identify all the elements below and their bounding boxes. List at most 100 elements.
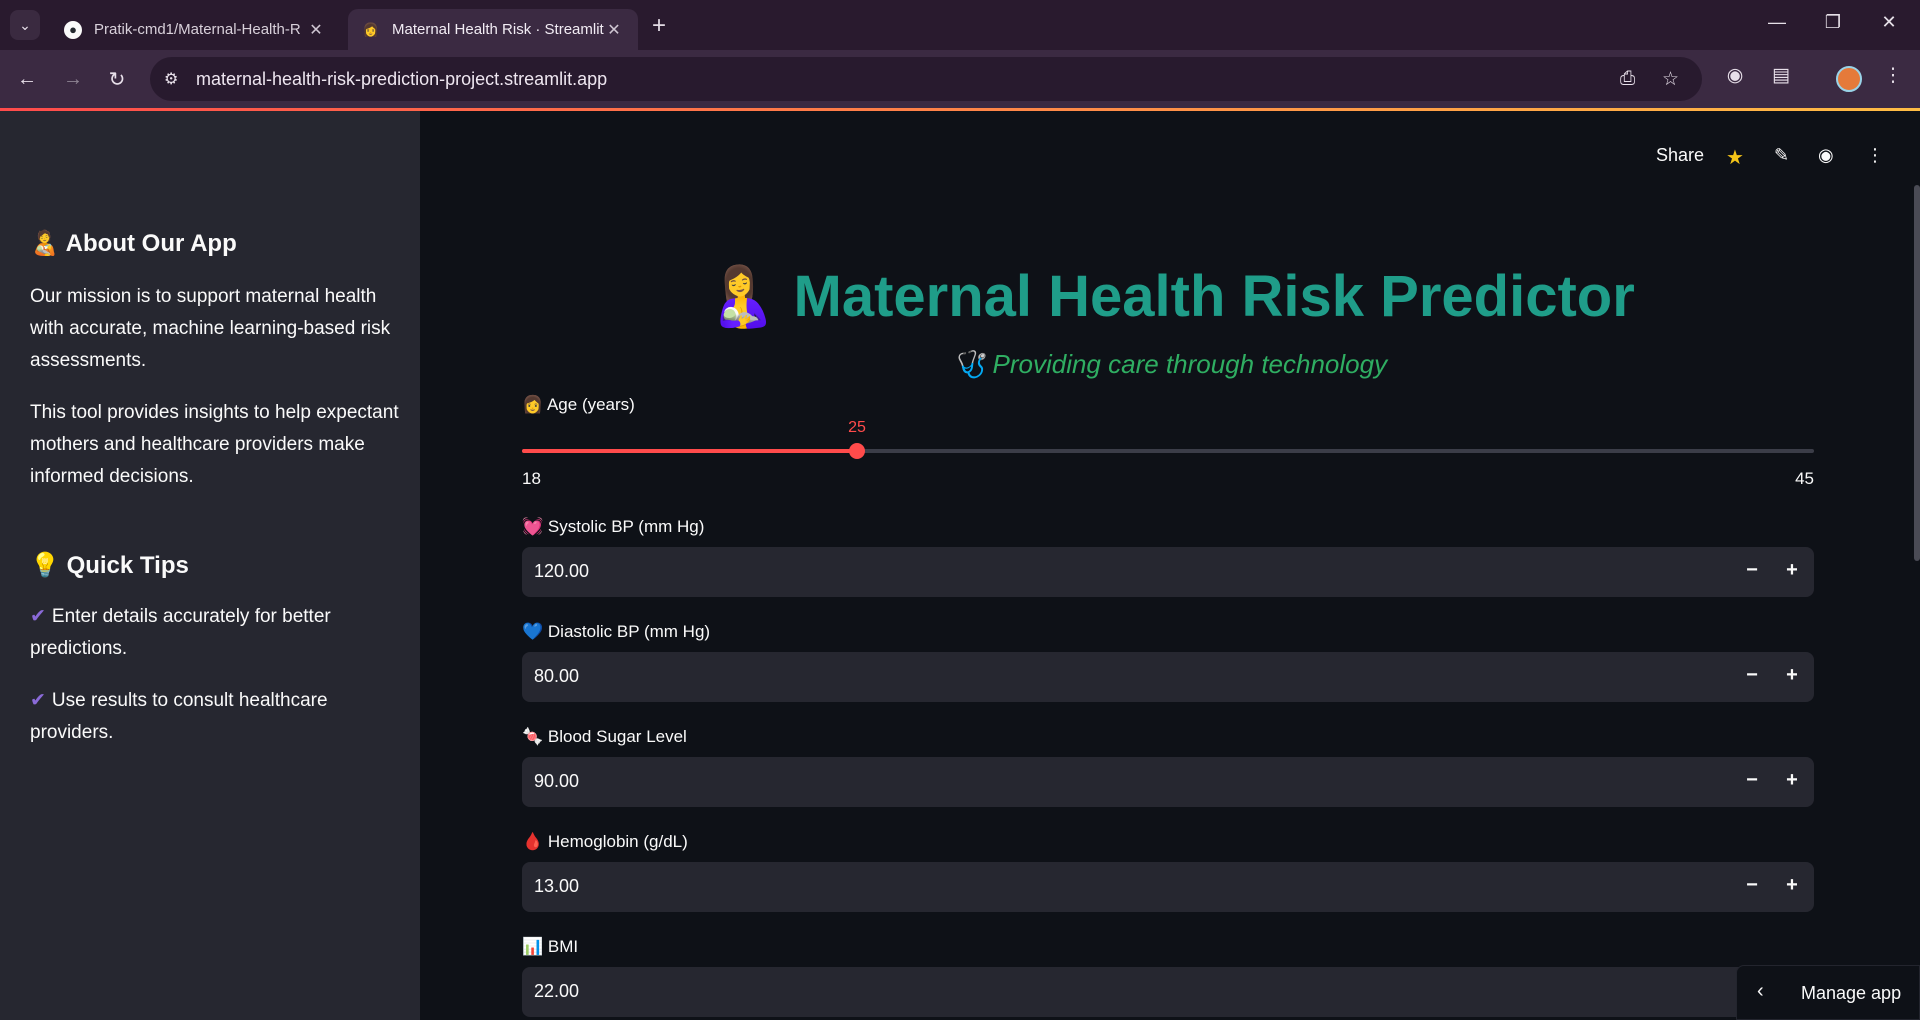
site-info-icon[interactable]: ⚙ <box>164 69 178 89</box>
browser-toolbar: ← → ↻ ⚙ maternal-health-risk-prediction-… <box>0 50 1920 108</box>
close-icon[interactable]: ✕ <box>306 20 326 40</box>
systolic-bp-label: 💓 Systolic BP (mm Hg) <box>522 517 704 537</box>
increment-button[interactable]: + <box>1778 664 1806 690</box>
blue-heart-icon: 💙 <box>522 622 544 641</box>
sidebar: 🧑‍🍼 About Our App Our mission is to supp… <box>0 111 420 1020</box>
reload-icon[interactable]: ↻ <box>102 64 132 94</box>
breastfeeding-icon: 🤱 <box>705 264 778 329</box>
tab-search-chevron-icon[interactable]: ⌄ <box>10 10 40 40</box>
person-baby-icon: 🧑‍🍼 <box>30 230 60 257</box>
decrement-button[interactable]: − <box>1738 664 1766 690</box>
main-content: Share ★ ✎ ◉ ⋮ 🤱 Maternal Health Risk Pre… <box>420 111 1920 1020</box>
age-label: 👩 Age (years) <box>522 395 635 415</box>
back-arrow-icon[interactable]: ← <box>12 64 42 94</box>
about-heading-text: About Our App <box>65 230 237 257</box>
tip-text: Use results to consult healthcare provid… <box>30 690 328 743</box>
tab-label: Maternal Health Risk · Streamlit <box>392 21 604 38</box>
increment-button[interactable]: + <box>1778 874 1806 900</box>
hemoglobin-input[interactable]: 13.00 − + <box>522 862 1814 912</box>
decrement-button[interactable]: − <box>1738 874 1766 900</box>
diastolic-bp-value[interactable]: 80.00 <box>534 666 579 687</box>
bmi-value[interactable]: 22.00 <box>534 981 579 1002</box>
restore-icon[interactable]: ❐ <box>1818 12 1848 33</box>
extensions-puzzle-icon[interactable]: ▤ <box>1766 64 1796 87</box>
age-slider-min: 18 <box>522 469 541 488</box>
about-paragraph-2: This tool provides insights to help expe… <box>30 402 399 487</box>
page-title: 🤱 Maternal Health Risk Predictor <box>420 263 1920 331</box>
window-close-icon[interactable]: ✕ <box>1874 12 1904 33</box>
blood-sugar-label-text: Blood Sugar Level <box>547 727 687 746</box>
camera-icon[interactable]: ◉ <box>1720 64 1750 87</box>
diastolic-bp-label: 💙 Diastolic BP (mm Hg) <box>522 622 710 642</box>
star-icon[interactable]: ★ <box>1726 145 1744 170</box>
about-paragraph-1: Our mission is to support maternal healt… <box>30 286 391 371</box>
tab-streamlit[interactable]: 👩 Maternal Health Risk · Streamlit ✕ <box>348 9 638 50</box>
age-label-text: Age (years) <box>546 395 635 414</box>
about-heading: 🧑‍🍼 About Our App <box>30 229 237 258</box>
blood-drop-icon: 🩸 <box>522 832 544 851</box>
age-slider[interactable] <box>522 443 1814 459</box>
age-slider-fill <box>522 449 857 453</box>
increment-button[interactable]: + <box>1778 559 1806 585</box>
diastolic-bp-label-text: Diastolic BP (mm Hg) <box>547 622 711 641</box>
systolic-bp-label-text: Systolic BP (mm Hg) <box>547 517 705 536</box>
minimize-icon[interactable]: — <box>1762 12 1792 33</box>
profile-avatar[interactable] <box>1836 66 1862 92</box>
page-subtitle: 🩺 Providing care through technology <box>420 349 1920 380</box>
checkmark-icon: ✔ <box>30 690 46 711</box>
checkmark-icon: ✔ <box>30 606 46 627</box>
forward-arrow-icon[interactable]: → <box>58 64 88 94</box>
decrement-button[interactable]: − <box>1738 559 1766 585</box>
decrement-button[interactable]: − <box>1738 769 1766 795</box>
blood-sugar-label: 🍬 Blood Sugar Level <box>522 727 687 747</box>
tips-heading-text: Quick Tips <box>66 552 189 579</box>
bmi-label: 📊 BMI <box>522 937 578 957</box>
bmi-label-text: BMI <box>547 937 579 956</box>
woman-icon: 👩 <box>522 395 544 414</box>
blood-sugar-input[interactable]: 90.00 − + <box>522 757 1814 807</box>
browser-tab-bar: ⌄ ● Pratik-cmd1/Maternal-Health-R ✕ 👩 Ma… <box>0 0 1920 50</box>
lightbulb-icon: 💡 <box>30 552 60 579</box>
heart-icon: 💓 <box>522 517 544 536</box>
hemoglobin-label: 🩸 Hemoglobin (g/dL) <box>522 832 688 852</box>
install-app-icon[interactable]: ⎙ <box>1620 68 1635 90</box>
github-icon[interactable]: ◉ <box>1818 145 1834 166</box>
bmi-input[interactable]: 22.00 − + <box>522 967 1814 1017</box>
candy-icon: 🍬 <box>522 727 544 746</box>
browser-menu-icon[interactable]: ⋮ <box>1878 64 1908 87</box>
bookmark-star-icon[interactable]: ☆ <box>1662 68 1679 91</box>
systolic-bp-value[interactable]: 120.00 <box>534 561 589 582</box>
tip-text: Enter details accurately for better pred… <box>30 606 331 659</box>
chevron-left-icon: ‹ <box>1757 980 1764 1002</box>
url-text[interactable]: maternal-health-risk-prediction-project.… <box>196 69 607 90</box>
blood-sugar-value[interactable]: 90.00 <box>534 771 579 792</box>
systolic-bp-input[interactable]: 120.00 − + <box>522 547 1814 597</box>
share-button[interactable]: Share <box>1656 145 1704 166</box>
tab-label: Pratik-cmd1/Maternal-Health-R <box>94 21 301 38</box>
tip-item: ✔ Use results to consult healthcare provi… <box>30 685 400 749</box>
woman-emoji-icon: 👩 <box>362 21 380 37</box>
hemoglobin-value[interactable]: 13.00 <box>534 876 579 897</box>
hemoglobin-label-text: Hemoglobin (g/dL) <box>547 832 688 851</box>
address-bar[interactable]: ⚙ maternal-health-risk-prediction-projec… <box>150 57 1702 101</box>
edit-pencil-icon[interactable]: ✎ <box>1774 145 1789 166</box>
tip-item: ✔ Enter details accurately for better pre… <box>30 601 400 665</box>
age-slider-value: 25 <box>848 419 866 436</box>
new-tab-plus-icon[interactable]: + <box>652 12 666 40</box>
page-subtitle-text: Providing care through technology <box>992 349 1388 379</box>
manage-app-button[interactable]: ‹ Manage app <box>1736 965 1920 1020</box>
increment-button[interactable]: + <box>1778 769 1806 795</box>
page-title-text: Maternal Health Risk Predictor <box>793 264 1635 329</box>
stethoscope-icon: 🩺 <box>952 349 986 379</box>
age-slider-thumb[interactable] <box>849 443 865 459</box>
tips-heading: 💡 Quick Tips <box>30 551 189 580</box>
tab-github[interactable]: ● Pratik-cmd1/Maternal-Health-R ✕ <box>50 9 340 50</box>
close-icon[interactable]: ✕ <box>604 20 624 40</box>
bar-chart-icon: 📊 <box>522 937 544 956</box>
diastolic-bp-input[interactable]: 80.00 − + <box>522 652 1814 702</box>
github-icon: ● <box>64 20 82 39</box>
manage-app-label: Manage app <box>1801 983 1902 1003</box>
main-menu-icon[interactable]: ⋮ <box>1866 145 1884 166</box>
age-slider-max: 45 <box>1795 469 1814 488</box>
scrollbar[interactable] <box>1914 185 1920 561</box>
